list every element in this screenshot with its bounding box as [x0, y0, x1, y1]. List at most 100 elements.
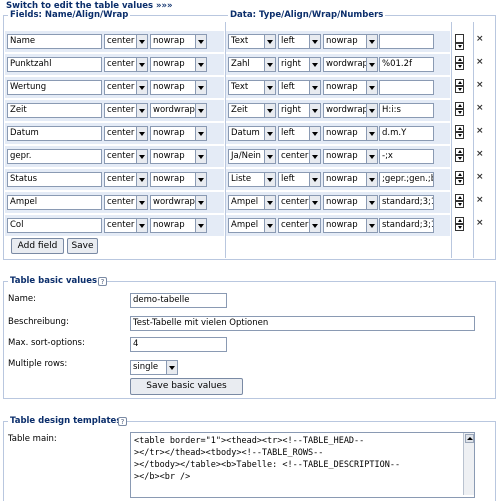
delete-field-icon[interactable]: ×: [476, 218, 484, 228]
data-numbers-input[interactable]: [379, 34, 434, 49]
multiple-rows-select[interactable]: single: [130, 360, 178, 375]
delete-field-icon[interactable]: ×: [476, 34, 484, 44]
move-down-icon[interactable]: [455, 201, 464, 208]
data-numbers-input[interactable]: [379, 80, 434, 95]
move-down-icon[interactable]: [455, 178, 464, 185]
move-down-icon[interactable]: [455, 132, 464, 139]
data-type-select[interactable]: Text: [228, 34, 276, 49]
data-align-select[interactable]: left: [278, 172, 321, 187]
field-align-select[interactable]: center: [104, 80, 148, 95]
basic-values-help-icon[interactable]: ?: [98, 277, 107, 286]
data-wrap-select[interactable]: nowrap: [323, 126, 378, 141]
move-up-icon[interactable]: [455, 217, 464, 224]
data-align-select[interactable]: center: [278, 149, 321, 164]
field-align-select[interactable]: center: [104, 126, 148, 141]
data-type-select[interactable]: Zahl: [228, 57, 276, 72]
field-align-select[interactable]: center: [104, 57, 148, 72]
move-down-icon[interactable]: [455, 155, 464, 162]
field-wrap-select[interactable]: nowrap: [150, 34, 207, 49]
data-numbers-input[interactable]: H:i:s: [379, 103, 434, 118]
move-up-icon[interactable]: [455, 194, 464, 201]
data-wrap-select[interactable]: wordwrap: [323, 57, 378, 72]
field-name-input[interactable]: gepr.: [7, 149, 102, 164]
design-templates-help-icon[interactable]: ?: [118, 417, 127, 426]
save-fields-button[interactable]: Save: [67, 238, 98, 254]
delete-field-icon[interactable]: ×: [476, 103, 484, 113]
data-type-select[interactable]: Datum: [228, 126, 276, 141]
data-type-select[interactable]: Ampel: [228, 195, 276, 210]
field-name-input[interactable]: Col: [7, 218, 102, 233]
scroll-up-icon[interactable]: [465, 434, 474, 443]
move-down-icon[interactable]: [455, 109, 464, 116]
move-up-icon[interactable]: [455, 125, 464, 132]
data-numbers-input[interactable]: standard;3;1: [379, 218, 434, 233]
data-numbers-input[interactable]: d.m.Y: [379, 126, 434, 141]
data-wrap-select[interactable]: nowrap: [323, 80, 378, 95]
field-wrap-select[interactable]: wordwrap: [150, 195, 207, 210]
field-wrap-select[interactable]: nowrap: [150, 218, 207, 233]
delete-field-icon[interactable]: ×: [476, 126, 484, 136]
field-align-select[interactable]: center: [104, 172, 148, 187]
data-wrap-select[interactable]: nowrap: [323, 149, 378, 164]
field-wrap-select[interactable]: nowrap: [150, 149, 207, 164]
delete-field-icon[interactable]: ×: [476, 172, 484, 182]
data-align-select[interactable]: right: [278, 57, 321, 72]
move-down-icon[interactable]: [455, 63, 464, 70]
field-align-select[interactable]: center: [104, 34, 148, 49]
data-type-select[interactable]: Ampel: [228, 218, 276, 233]
data-type-select[interactable]: Text: [228, 80, 276, 95]
data-wrap-select[interactable]: wordwrap: [323, 103, 378, 118]
data-numbers-input[interactable]: %01.2f: [379, 57, 434, 72]
field-name-input[interactable]: Name: [7, 34, 102, 49]
data-align-select[interactable]: left: [278, 80, 321, 95]
field-name-input[interactable]: Zeit: [7, 103, 102, 118]
data-type-select[interactable]: Ja/Nein: [228, 149, 276, 164]
field-align-select[interactable]: center: [104, 218, 148, 233]
field-align-select[interactable]: center: [104, 149, 148, 164]
move-down-icon[interactable]: [455, 43, 464, 50]
sort-options-input[interactable]: 4: [130, 337, 227, 352]
field-wrap-select[interactable]: nowrap: [150, 57, 207, 72]
data-type-select[interactable]: Zeit: [228, 103, 276, 118]
table-name-input[interactable]: demo-tabelle: [130, 293, 227, 308]
field-name-input[interactable]: Punktzahl: [7, 57, 102, 72]
field-name-input[interactable]: Status: [7, 172, 102, 187]
field-wrap-select[interactable]: nowrap: [150, 172, 207, 187]
data-wrap-select[interactable]: nowrap: [323, 195, 378, 210]
delete-field-icon[interactable]: ×: [476, 57, 484, 67]
save-basic-values-button[interactable]: Save basic values: [130, 378, 243, 395]
data-wrap-select[interactable]: nowrap: [323, 34, 378, 49]
data-align-select[interactable]: center: [278, 195, 321, 210]
data-wrap-select[interactable]: nowrap: [323, 218, 378, 233]
data-numbers-input[interactable]: standard;3;1: [379, 195, 434, 210]
field-wrap-select[interactable]: wordwrap: [150, 103, 207, 118]
move-up-icon[interactable]: [455, 148, 464, 155]
data-numbers-input[interactable]: -;x: [379, 149, 434, 164]
add-field-button[interactable]: Add field: [11, 238, 64, 254]
field-align-select[interactable]: center: [104, 195, 148, 210]
description-input[interactable]: Test-Tabelle mit vielen Optionen: [130, 316, 475, 331]
table-main-scrollbar[interactable]: [463, 433, 474, 495]
data-numbers-input[interactable]: ;gepr.;gen.;be: [379, 172, 434, 187]
field-wrap-select[interactable]: nowrap: [150, 126, 207, 141]
data-align-select[interactable]: right: [278, 103, 321, 118]
move-up-icon[interactable]: [455, 171, 464, 178]
move-down-icon[interactable]: [455, 224, 464, 231]
move-up-icon[interactable]: [455, 56, 464, 63]
move-down-icon[interactable]: [455, 86, 464, 93]
data-type-select[interactable]: Liste: [228, 172, 276, 187]
data-align-select[interactable]: left: [278, 34, 321, 49]
move-up-icon[interactable]: [455, 102, 464, 109]
field-name-input[interactable]: Datum: [7, 126, 102, 141]
delete-field-icon[interactable]: ×: [476, 80, 484, 90]
delete-checkbox[interactable]: [455, 34, 464, 43]
delete-field-icon[interactable]: ×: [476, 149, 484, 159]
field-name-input[interactable]: Ampel: [7, 195, 102, 210]
field-align-select[interactable]: center: [104, 103, 148, 118]
move-up-icon[interactable]: [455, 79, 464, 86]
field-name-input[interactable]: Wertung: [7, 80, 102, 95]
data-wrap-select[interactable]: nowrap: [323, 172, 378, 187]
field-wrap-select[interactable]: nowrap: [150, 80, 207, 95]
table-main-textarea[interactable]: <table border="1"><thead><tr><!--TABLE_H…: [130, 432, 475, 498]
data-align-select[interactable]: left: [278, 126, 321, 141]
